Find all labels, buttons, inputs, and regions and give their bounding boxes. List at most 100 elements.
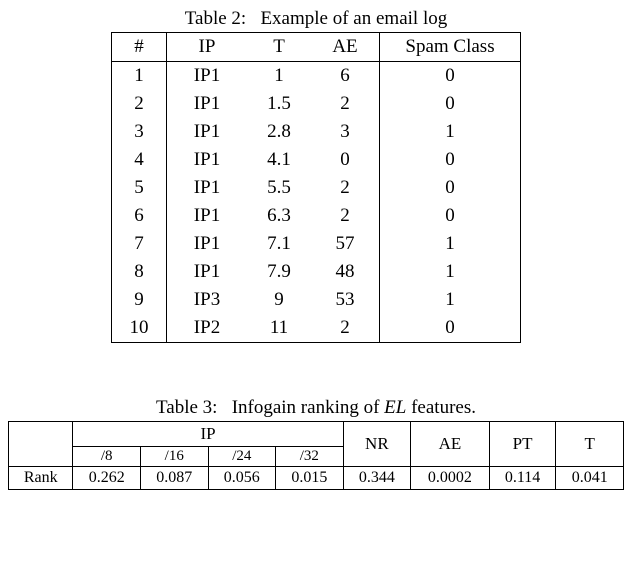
cell-num: 9 bbox=[112, 286, 167, 314]
table3-header-nr: NR bbox=[343, 422, 411, 467]
cell-ae: 0 bbox=[311, 146, 380, 174]
table2-header-t: T bbox=[247, 33, 311, 62]
table3: IP NR AE PT T /8 /16 /24 /32 Rank 0.262 … bbox=[8, 421, 624, 490]
table-row: 5 IP1 5.5 2 0 bbox=[112, 174, 521, 202]
cell-ip: IP2 bbox=[167, 314, 248, 343]
table3-wrapper: IP NR AE PT T /8 /16 /24 /32 Rank 0.262 … bbox=[8, 421, 624, 490]
table2-caption-prefix: Table 2: bbox=[185, 8, 246, 29]
cell-spam: 0 bbox=[380, 146, 521, 174]
cell-spam: 0 bbox=[380, 90, 521, 118]
cell-ae: 3 bbox=[311, 118, 380, 146]
table3-val-nr: 0.344 bbox=[343, 467, 411, 490]
cell-t: 9 bbox=[247, 286, 311, 314]
cell-ip: IP1 bbox=[167, 202, 248, 230]
cell-t: 11 bbox=[247, 314, 311, 343]
cell-num: 8 bbox=[112, 258, 167, 286]
table3-header-ip32: /32 bbox=[276, 447, 344, 467]
cell-ip: IP1 bbox=[167, 174, 248, 202]
cell-num: 10 bbox=[112, 314, 167, 343]
table3-caption: Table 3: Infogain ranking of EL features… bbox=[8, 397, 624, 419]
table3-val-ip16: 0.087 bbox=[141, 467, 209, 490]
table-row: 9 IP3 9 53 1 bbox=[112, 286, 521, 314]
cell-spam: 1 bbox=[380, 230, 521, 258]
cell-spam: 0 bbox=[380, 314, 521, 343]
table3-val-pt: 0.114 bbox=[489, 467, 556, 490]
table2-header-ae: AE bbox=[311, 33, 380, 62]
cell-ip: IP1 bbox=[167, 62, 248, 91]
table2-header-ip: IP bbox=[167, 33, 248, 62]
table3-val-ip32: 0.015 bbox=[276, 467, 344, 490]
cell-num: 2 bbox=[112, 90, 167, 118]
table3-caption-prefix: Table 3: bbox=[156, 397, 217, 418]
cell-spam: 0 bbox=[380, 202, 521, 230]
spacer bbox=[8, 343, 624, 397]
cell-t: 7.1 bbox=[247, 230, 311, 258]
cell-ae: 6 bbox=[311, 62, 380, 91]
table3-rank-label: Rank bbox=[9, 467, 73, 490]
cell-num: 1 bbox=[112, 62, 167, 91]
cell-num: 7 bbox=[112, 230, 167, 258]
table3-header-row1: IP NR AE PT T bbox=[9, 422, 624, 447]
table3-header-pt: PT bbox=[489, 422, 556, 467]
table-row: 4 IP1 4.1 0 0 bbox=[112, 146, 521, 174]
cell-num: 3 bbox=[112, 118, 167, 146]
table3-header-ae: AE bbox=[411, 422, 490, 467]
cell-ip: IP1 bbox=[167, 230, 248, 258]
cell-spam: 0 bbox=[380, 62, 521, 91]
table2-caption-text: Example of an email log bbox=[260, 8, 447, 29]
cell-num: 4 bbox=[112, 146, 167, 174]
table3-header-blank bbox=[9, 422, 73, 467]
table3-val-ip24: 0.056 bbox=[208, 467, 276, 490]
cell-ae: 2 bbox=[311, 174, 380, 202]
table3-val-ip8: 0.262 bbox=[73, 467, 141, 490]
table-row: 7 IP1 7.1 57 1 bbox=[112, 230, 521, 258]
cell-ae: 57 bbox=[311, 230, 380, 258]
cell-spam: 1 bbox=[380, 258, 521, 286]
cell-t: 1 bbox=[247, 62, 311, 91]
table2-wrapper: # IP T AE Spam Class 1 IP1 1 6 0 2 IP1 bbox=[8, 32, 624, 343]
page: Table 2: Example of an email log # IP T … bbox=[0, 0, 632, 490]
table-row: 1 IP1 1 6 0 bbox=[112, 62, 521, 91]
cell-num: 5 bbox=[112, 174, 167, 202]
cell-t: 5.5 bbox=[247, 174, 311, 202]
table3-rank-row: Rank 0.262 0.087 0.056 0.015 0.344 0.000… bbox=[9, 467, 624, 490]
cell-ip: IP1 bbox=[167, 90, 248, 118]
table-row: 6 IP1 6.3 2 0 bbox=[112, 202, 521, 230]
table3-caption-text-b: features. bbox=[406, 397, 476, 418]
table-row: 8 IP1 7.9 48 1 bbox=[112, 258, 521, 286]
table2-body: 1 IP1 1 6 0 2 IP1 1.5 2 0 3 IP1 2.8 bbox=[112, 62, 521, 343]
cell-t: 4.1 bbox=[247, 146, 311, 174]
table3-val-t: 0.041 bbox=[556, 467, 624, 490]
cell-ip: IP1 bbox=[167, 146, 248, 174]
table2-header-spam: Spam Class bbox=[380, 33, 521, 62]
cell-t: 1.5 bbox=[247, 90, 311, 118]
table-row: 3 IP1 2.8 3 1 bbox=[112, 118, 521, 146]
cell-ip: IP1 bbox=[167, 258, 248, 286]
cell-num: 6 bbox=[112, 202, 167, 230]
cell-spam: 1 bbox=[380, 118, 521, 146]
cell-ae: 2 bbox=[311, 202, 380, 230]
table2-caption: Table 2: Example of an email log bbox=[8, 8, 624, 30]
cell-spam: 1 bbox=[380, 286, 521, 314]
table3-header-ip8: /8 bbox=[73, 447, 141, 467]
table2-header-num: # bbox=[112, 33, 167, 62]
table3-header-ip: IP bbox=[73, 422, 343, 447]
table3-caption-text-a: Infogain ranking of bbox=[232, 397, 384, 418]
table2-header-row: # IP T AE Spam Class bbox=[112, 33, 521, 62]
table-row: 10 IP2 11 2 0 bbox=[112, 314, 521, 343]
table-row: 2 IP1 1.5 2 0 bbox=[112, 90, 521, 118]
table3-val-ae: 0.0002 bbox=[411, 467, 490, 490]
cell-ae: 2 bbox=[311, 314, 380, 343]
table3-header-ip16: /16 bbox=[141, 447, 209, 467]
table3-caption-el: EL bbox=[384, 397, 406, 418]
table3-header-t: T bbox=[556, 422, 624, 467]
table3-header-ip24: /24 bbox=[208, 447, 276, 467]
cell-ip: IP3 bbox=[167, 286, 248, 314]
table2: # IP T AE Spam Class 1 IP1 1 6 0 2 IP1 bbox=[111, 32, 521, 343]
cell-ae: 48 bbox=[311, 258, 380, 286]
cell-t: 7.9 bbox=[247, 258, 311, 286]
cell-t: 6.3 bbox=[247, 202, 311, 230]
cell-spam: 0 bbox=[380, 174, 521, 202]
cell-ae: 53 bbox=[311, 286, 380, 314]
cell-ae: 2 bbox=[311, 90, 380, 118]
